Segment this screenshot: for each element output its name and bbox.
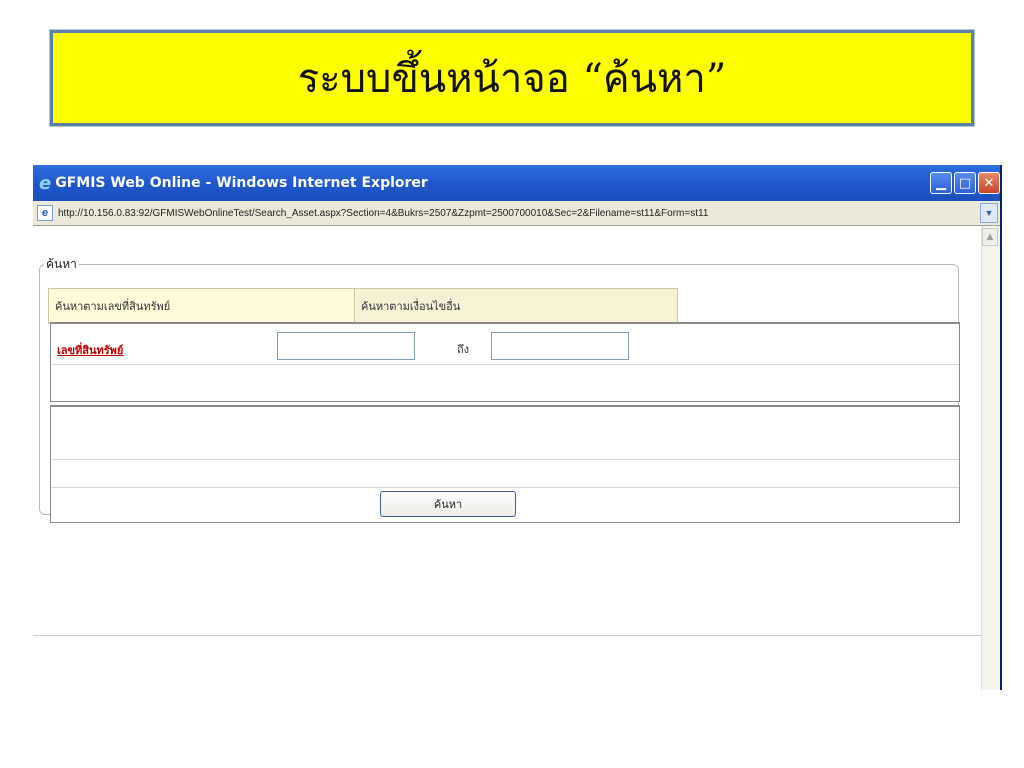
row-divider: [51, 459, 959, 460]
slide-title-banner: ระบบขึ้นหน้าจอ “ค้นหา”: [50, 30, 974, 126]
internet-explorer-icon: e: [39, 172, 52, 194]
address-url[interactable]: http://10.156.0.83:92/GFMISWebOnlineTest…: [58, 208, 708, 219]
tab-search-by-asset-number[interactable]: ค้นหาตามเลขที่สินทรัพย์: [48, 288, 355, 324]
page-icon: e: [37, 205, 53, 221]
minimize-button[interactable]: ▁: [930, 172, 952, 194]
page-content: ค้นหา ค้นหาตามเลขที่สินทรัพย์ ค้นหาตามเง…: [33, 226, 1000, 690]
search-legend: ค้นหา: [46, 257, 77, 271]
maximize-button[interactable]: □: [954, 172, 976, 194]
window-title: GFMIS Web Online - Windows Internet Expl…: [55, 175, 428, 191]
window-controls: ▁ □ ✕: [930, 172, 1000, 194]
criteria-panel: เลขที่สินทรัพย์ ถึง: [50, 322, 960, 402]
address-dropdown-icon[interactable]: ▼: [980, 203, 998, 223]
search-fieldset: ค้นหา ค้นหาตามเลขที่สินทรัพย์ ค้นหาตามเง…: [39, 255, 960, 523]
vertical-scrollbar[interactable]: ▲: [981, 226, 1000, 690]
asset-number-from-input[interactable]: [277, 332, 415, 360]
asset-number-to-input[interactable]: [491, 332, 629, 360]
row-divider: [51, 487, 959, 488]
search-tabs: ค้นหาตามเลขที่สินทรัพย์ ค้นหาตามเงื่อนไข…: [48, 288, 678, 324]
search-button[interactable]: ค้นหา: [380, 491, 516, 517]
tab-label: ค้นหาตามเงื่อนไขอื่น: [361, 300, 461, 313]
window-titlebar[interactable]: e GFMIS Web Online - Windows Internet Ex…: [33, 165, 1000, 201]
close-button[interactable]: ✕: [978, 172, 1000, 194]
slide-title: ระบบขึ้นหน้าจอ “ค้นหา”: [297, 56, 727, 102]
browser-window: e GFMIS Web Online - Windows Internet Ex…: [33, 165, 1002, 690]
tab-search-by-other-conditions[interactable]: ค้นหาตามเงื่อนไขอื่น: [355, 288, 678, 324]
asset-number-label[interactable]: เลขที่สินทรัพย์: [57, 341, 123, 359]
scroll-up-arrow-icon[interactable]: ▲: [982, 228, 998, 246]
address-bar[interactable]: e http://10.156.0.83:92/GFMISWebOnlineTe…: [33, 201, 1000, 226]
action-panel: ค้นหา: [50, 405, 960, 523]
row-divider: [51, 364, 959, 365]
to-label: ถึง: [457, 343, 470, 356]
tab-label: ค้นหาตามเลขที่สินทรัพย์: [55, 300, 171, 313]
content-divider: [33, 635, 981, 636]
